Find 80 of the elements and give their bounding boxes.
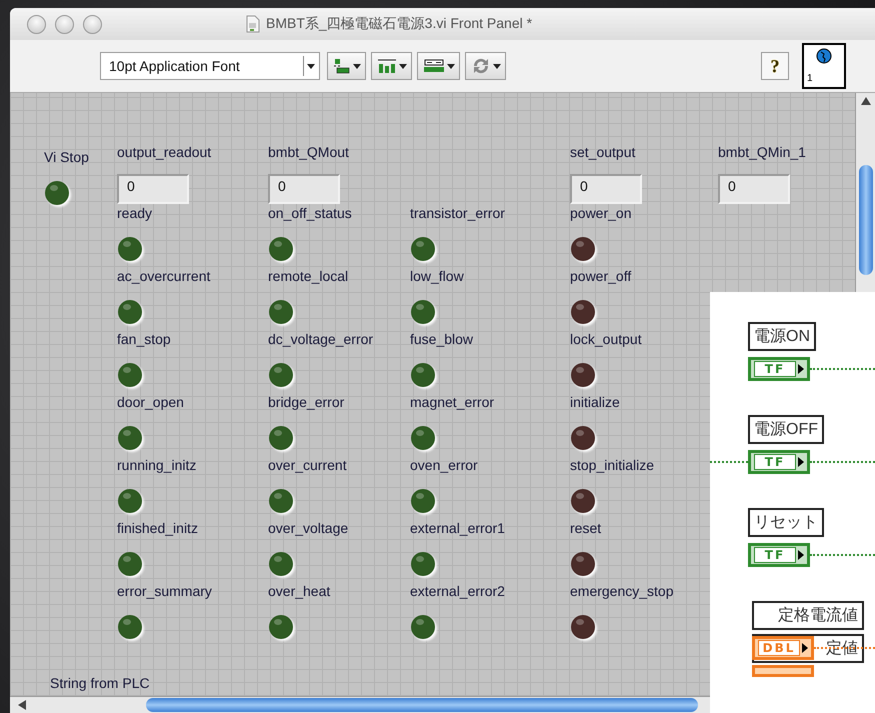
arrow-icon xyxy=(802,643,808,653)
globe-icon xyxy=(816,48,832,64)
align-button[interactable] xyxy=(327,52,366,80)
indicator-label: fuse_blow xyxy=(410,330,474,348)
indicator-label: oven_error xyxy=(410,456,478,474)
arrow-icon xyxy=(798,364,804,374)
reorder-button[interactable] xyxy=(465,52,506,80)
indicator-label: fan_stop xyxy=(117,330,171,348)
terminal[interactable]: DBL xyxy=(752,636,814,660)
numeric-label: bmbt_QMin_1 xyxy=(718,143,806,161)
wire xyxy=(810,461,875,463)
arrow-icon xyxy=(798,550,804,560)
scrollbar-thumb[interactable] xyxy=(146,698,698,712)
indicator-label: lock_output xyxy=(570,330,642,348)
indicator-label: external_error1 xyxy=(410,519,505,537)
caret-icon xyxy=(493,64,501,68)
numeric-indicator: 0 xyxy=(570,174,642,204)
indicator-label: transistor_error xyxy=(410,204,505,222)
indicator-label: Vi Stop xyxy=(44,148,90,166)
numeric-indicator: 0 xyxy=(268,174,340,204)
scrollbar-thumb[interactable] xyxy=(859,165,873,275)
numeric-indicator: 0 xyxy=(117,174,189,204)
indicator-label: ac_overcurrent xyxy=(117,267,210,285)
terminal-label: 定格電流値 xyxy=(752,601,864,630)
scroll-left-icon[interactable] xyxy=(18,700,26,710)
indicator-label: initialize xyxy=(570,393,620,411)
indicator-label: remote_local xyxy=(268,267,348,285)
caret-icon xyxy=(399,64,407,68)
indicator-label: power_off xyxy=(570,267,632,285)
scroll-up-icon[interactable] xyxy=(861,97,871,105)
distribute-objects-icon xyxy=(376,57,398,75)
minimize-button[interactable] xyxy=(55,14,74,34)
wire xyxy=(810,554,875,556)
indicator-label: door_open xyxy=(117,393,184,411)
indicator-label: over_current xyxy=(268,456,347,474)
numeric-label: bmbt_QMout xyxy=(268,143,349,161)
numeric-indicator: 0 xyxy=(718,174,790,204)
resize-objects-icon xyxy=(422,57,446,75)
resize-button[interactable] xyxy=(417,52,460,80)
indicator-label: error_summary xyxy=(117,582,212,600)
indicator-label: power_on xyxy=(570,204,632,222)
caret-icon xyxy=(307,64,315,68)
terminal[interactable] xyxy=(752,665,814,677)
wire xyxy=(810,368,875,370)
terminal[interactable]: TF xyxy=(748,357,810,381)
indicator-label: over_voltage xyxy=(268,519,348,537)
arrow-icon xyxy=(798,457,804,467)
document-icon xyxy=(245,15,261,33)
zoom-button[interactable] xyxy=(83,14,102,34)
indicator-label: over_heat xyxy=(268,582,330,600)
terminal[interactable]: TF xyxy=(748,543,810,567)
indicator-label: low_flow xyxy=(410,267,464,285)
indicator-label: on_off_status xyxy=(268,204,352,222)
terminal-label: リセット xyxy=(748,508,824,537)
indicator-label: ready xyxy=(117,204,152,222)
terminal-label: 電源ON xyxy=(748,322,816,351)
help-button[interactable]: ? xyxy=(761,52,789,80)
terminal-label: 電源OFF xyxy=(748,415,824,444)
indicator-label: magnet_error xyxy=(410,393,494,411)
indicator-label: emergency_stop xyxy=(570,582,674,600)
indicator-label: finished_initz xyxy=(117,519,198,537)
indicator-label: reset xyxy=(570,519,602,537)
caret-icon xyxy=(353,64,361,68)
caret-icon xyxy=(447,64,455,68)
indicator-label: stop_initialize xyxy=(570,456,654,474)
numeric-label: output_readout xyxy=(117,143,212,161)
string-label: String from PLC xyxy=(50,675,150,691)
connector-number: 1 xyxy=(807,73,814,84)
indicator-label: dc_voltage_error xyxy=(268,330,374,348)
numeric-label: set_output xyxy=(570,143,636,161)
indicator-label: external_error2 xyxy=(410,582,505,600)
close-button[interactable] xyxy=(27,14,46,34)
indicator-label: bridge_error xyxy=(268,393,344,411)
terminal[interactable]: TF xyxy=(748,450,810,474)
distribute-button[interactable] xyxy=(371,52,412,80)
indicator-label: running_initz xyxy=(117,456,196,474)
align-objects-icon xyxy=(332,57,352,75)
font-dropdown[interactable]: 10pt Application Font xyxy=(100,52,320,80)
window-title: BMBT系_四極電磁石電源3.vi Front Panel * xyxy=(266,15,532,33)
vi-icon[interactable]: 1 xyxy=(802,43,846,89)
